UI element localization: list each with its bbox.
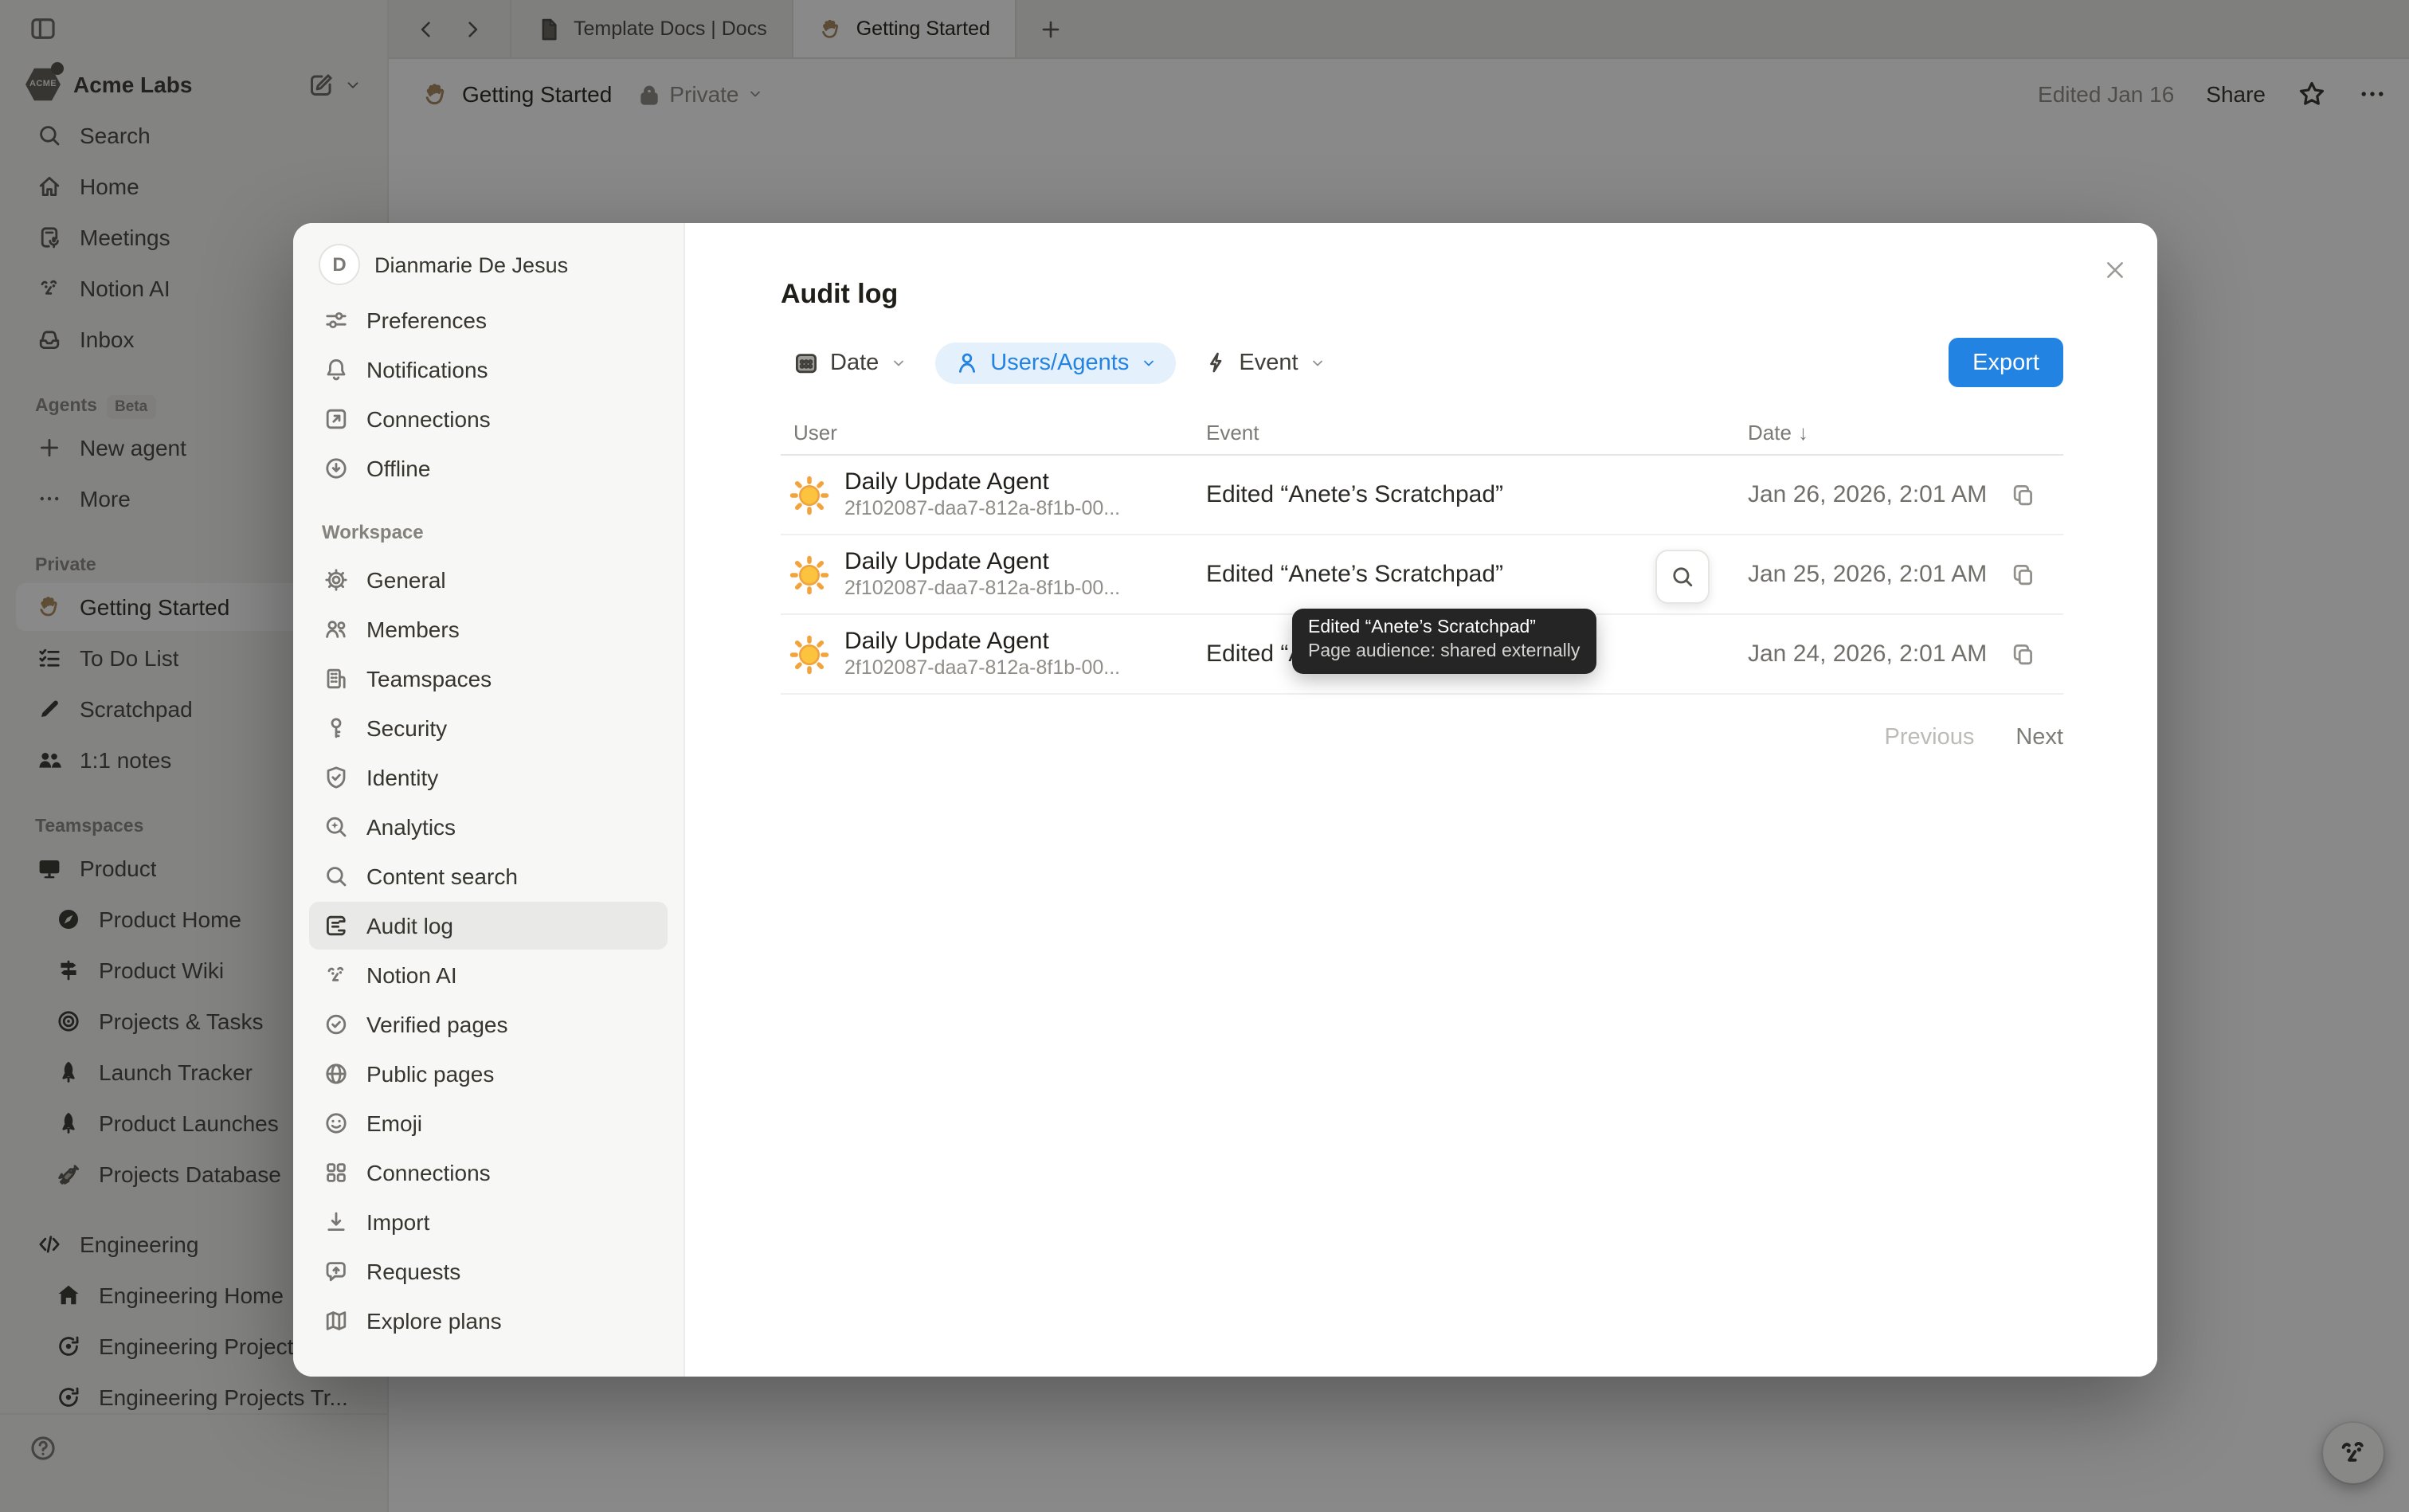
- grid-icon: [322, 1160, 351, 1185]
- chevron-down-icon: [890, 354, 906, 370]
- event-date: Jan 25, 2026, 2:01 AM: [1748, 561, 1987, 588]
- filter-event[interactable]: Event: [1191, 343, 1338, 382]
- settings-sidebar: D Dianmarie De Jesus Preferences Notific…: [293, 223, 685, 1377]
- bell-icon: [322, 357, 351, 382]
- agent-name: Daily Update Agent: [844, 628, 1120, 656]
- copy-icon[interactable]: [2011, 641, 2036, 667]
- settings-item-notion-ai[interactable]: Notion AI: [309, 951, 668, 999]
- settings-item-requests[interactable]: Requests: [309, 1248, 668, 1295]
- account-row[interactable]: D Dianmarie De Jesus: [309, 236, 668, 293]
- settings-modal: D Dianmarie De Jesus Preferences Notific…: [293, 223, 2157, 1377]
- column-header-user[interactable]: User: [781, 421, 1206, 445]
- arrow-out-box-icon: [322, 406, 351, 432]
- pagination: Previous Next: [781, 725, 2063, 750]
- building-icon: [322, 666, 351, 691]
- key-icon: [322, 715, 351, 741]
- import-icon: [322, 1209, 351, 1235]
- sort-desc-icon: ↓: [1798, 421, 1808, 445]
- settings-item-identity[interactable]: Identity: [309, 754, 668, 801]
- settings-item-connections[interactable]: Connections: [309, 395, 668, 443]
- settings-item-preferences[interactable]: Preferences: [309, 296, 668, 344]
- account-name: Dianmarie De Jesus: [374, 253, 568, 276]
- settings-item-audit-log[interactable]: Audit log: [309, 902, 668, 950]
- copy-icon[interactable]: [2011, 562, 2036, 587]
- settings-item-connections-workspace[interactable]: Connections: [309, 1149, 668, 1197]
- settings-item-content-search[interactable]: Content search: [309, 852, 668, 900]
- settings-item-import[interactable]: Import: [309, 1198, 668, 1246]
- settings-item-security[interactable]: Security: [309, 704, 668, 752]
- sparkle-magnifier-icon: [322, 814, 351, 840]
- column-header-event[interactable]: Event: [1206, 421, 1748, 445]
- shield-check-icon: [322, 765, 351, 790]
- close-icon[interactable]: [2097, 252, 2132, 287]
- settings-item-public-pages[interactable]: Public pages: [309, 1050, 668, 1098]
- agent-name: Daily Update Agent: [844, 468, 1120, 497]
- section-workspace: Workspace: [309, 518, 668, 546]
- export-button[interactable]: Export: [1949, 338, 2063, 387]
- chevron-down-icon: [1310, 354, 1326, 370]
- event-tooltip: Edited “Anete’s Scratchpad” Page audienc…: [1292, 609, 1596, 674]
- globe-icon: [322, 1061, 351, 1087]
- settings-item-offline[interactable]: Offline: [309, 445, 668, 492]
- settings-item-analytics[interactable]: Analytics: [309, 803, 668, 851]
- copy-icon[interactable]: [2011, 482, 2036, 507]
- gear-icon: [322, 567, 351, 593]
- chevron-down-icon: [1140, 354, 1156, 370]
- app-window: ACME Acme Labs Search Home: [0, 0, 2409, 1512]
- settings-item-explore-plans[interactable]: Explore plans: [309, 1297, 668, 1345]
- next-button[interactable]: Next: [2015, 725, 2063, 750]
- map-icon: [322, 1308, 351, 1334]
- settings-item-emoji[interactable]: Emoji: [309, 1099, 668, 1147]
- sliders-icon: [322, 307, 351, 333]
- sun-avatar-icon: [789, 633, 830, 675]
- ai-face-icon: [322, 962, 351, 988]
- filter-date[interactable]: Date: [781, 343, 919, 382]
- settings-item-notifications[interactable]: Notifications: [309, 346, 668, 394]
- modal-title: Audit log: [781, 277, 2063, 312]
- filter-users-agents[interactable]: Users/Agents: [934, 342, 1175, 383]
- inspect-event-button[interactable]: [1655, 550, 1710, 604]
- event-date: Jan 26, 2026, 2:01 AM: [1748, 481, 1987, 508]
- column-header-date[interactable]: Date ↓: [1748, 421, 2063, 445]
- smiley-icon: [322, 1110, 351, 1136]
- agent-name: Daily Update Agent: [844, 548, 1120, 577]
- audit-log-page: Audit log Date Users/Agents Event: [685, 223, 2157, 1377]
- settings-item-verified-pages[interactable]: Verified pages: [309, 1001, 668, 1048]
- badge-check-icon: [322, 1012, 351, 1037]
- sun-avatar-icon: [789, 554, 830, 595]
- table-row[interactable]: Daily Update Agent 2f102087-daa7-812a-8f…: [781, 456, 2063, 535]
- chat-up-icon: [322, 1259, 351, 1284]
- agent-id: 2f102087-daa7-812a-8f1b-00...: [844, 577, 1120, 601]
- section-development: Development: [309, 1370, 668, 1377]
- settings-item-members[interactable]: Members: [309, 605, 668, 653]
- scroll-icon: [322, 913, 351, 938]
- table-row[interactable]: Daily Update Agent 2f102087-daa7-812a-8f…: [781, 535, 2063, 615]
- avatar: D: [319, 244, 360, 285]
- settings-item-general[interactable]: General: [309, 556, 668, 604]
- event-description: Edited “Anete’s Scratchpad”: [1206, 481, 1748, 508]
- download-circle-icon: [322, 456, 351, 481]
- previous-button[interactable]: Previous: [1885, 725, 1975, 750]
- agent-id: 2f102087-daa7-812a-8f1b-00...: [844, 656, 1120, 680]
- table-header-row: User Event Date ↓: [781, 411, 2063, 456]
- members-icon: [322, 617, 351, 642]
- filter-bar: Date Users/Agents Event Export: [781, 338, 2063, 387]
- audit-log-table: User Event Date ↓ Daily Update Agent 2f1…: [781, 411, 2063, 695]
- search-icon: [322, 864, 351, 889]
- agent-id: 2f102087-daa7-812a-8f1b-00...: [844, 497, 1120, 521]
- settings-item-teamspaces[interactable]: Teamspaces: [309, 655, 668, 703]
- sun-avatar-icon: [789, 474, 830, 515]
- event-date: Jan 24, 2026, 2:01 AM: [1748, 640, 1987, 668]
